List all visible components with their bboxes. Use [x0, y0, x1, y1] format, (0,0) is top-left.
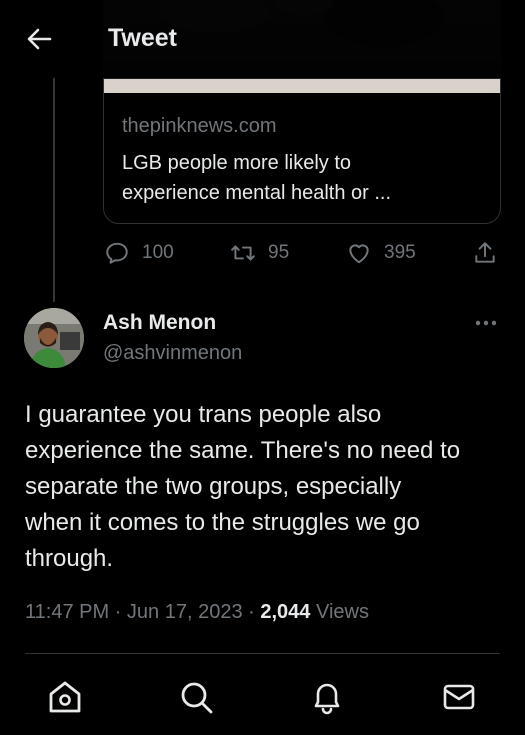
- tweet-text: I guarantee you trans people also experi…: [25, 397, 505, 577]
- tweet-text-line-4: when it comes to the struggles we go: [25, 509, 420, 536]
- heart-icon: [349, 244, 369, 264]
- retweet-icon: [231, 245, 255, 261]
- tweet-meta: 11:47 PM · Jun 17, 2023 · 2,044 Views: [25, 601, 369, 624]
- card-body: thepinknews.com LGB people more likely t…: [122, 115, 482, 208]
- views-label: Views: [310, 601, 369, 623]
- search-icon: [181, 682, 213, 714]
- author-name[interactable]: Ash Menon: [103, 311, 216, 335]
- like-button[interactable]: 395: [346, 240, 416, 266]
- avatar-image: [24, 308, 84, 368]
- views-count: 2,044: [260, 601, 311, 623]
- meta-separator: ·: [242, 601, 261, 623]
- nav-messages[interactable]: [439, 677, 479, 717]
- more-options-button[interactable]: [473, 313, 499, 333]
- share-icon: [475, 242, 495, 263]
- arrow-left-icon: [27, 28, 52, 50]
- more-dots-icon: [475, 320, 497, 326]
- like-count: 395: [384, 242, 416, 263]
- nav-home[interactable]: [45, 677, 85, 717]
- avatar[interactable]: [24, 308, 84, 368]
- reply-button[interactable]: 100: [104, 240, 174, 266]
- tweet-time[interactable]: 11:47 PM: [25, 601, 109, 623]
- back-button[interactable]: [26, 27, 52, 51]
- speech-bubble-icon: [106, 242, 128, 264]
- tweet-detail-page: thepinknews.com LGB people more likely t…: [0, 0, 525, 735]
- tweet-text-line-1: I guarantee you trans people also: [25, 401, 382, 428]
- retweet-count: 95: [268, 242, 290, 263]
- retweet-button[interactable]: 95: [230, 240, 289, 266]
- bottom-nav: [0, 660, 525, 735]
- envelope-icon: [443, 684, 475, 710]
- author-handle[interactable]: @ashvinmenon: [103, 342, 242, 365]
- reply-count: 100: [142, 242, 174, 263]
- previous-tweet-actions: 100 95 395: [0, 240, 525, 274]
- card-title-line-1: LGB people more likely to: [122, 152, 352, 174]
- card-title: LGB people more likely to experience men…: [122, 148, 482, 208]
- tweet-text-line-2: experience the same. There's no need to: [25, 437, 461, 464]
- meta-separator: ·: [109, 601, 127, 623]
- tweet-date[interactable]: Jun 17, 2023: [127, 601, 243, 623]
- home-icon: [49, 681, 81, 713]
- divider: [25, 653, 500, 654]
- nav-search[interactable]: [176, 677, 216, 717]
- page-title: Tweet: [108, 24, 177, 52]
- card-title-line-2: experience mental health or ...: [122, 182, 392, 204]
- top-header: Tweet: [0, 0, 525, 78]
- bell-icon: [314, 683, 340, 715]
- card-image-bottom-strip: [104, 79, 500, 93]
- share-button[interactable]: [472, 240, 510, 266]
- tweet-text-line-3: separate the two groups, especially: [25, 473, 402, 500]
- card-domain: thepinknews.com: [122, 115, 277, 137]
- tweet-text-line-5: through.: [25, 545, 114, 572]
- nav-notifications[interactable]: [307, 677, 347, 717]
